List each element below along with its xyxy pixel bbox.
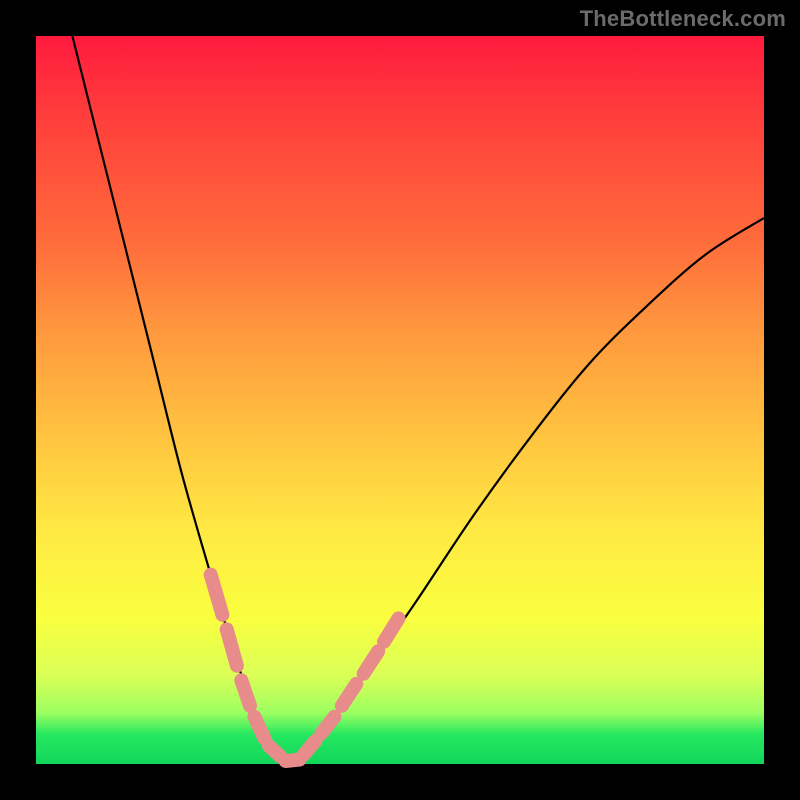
emphasis-bead-left [241,680,250,706]
curve-svg [36,36,764,764]
bottleneck-curve [72,36,764,764]
emphasis-bead-right [342,684,357,706]
emphasis-bead-right [304,741,316,755]
emphasis-bead-left [286,760,300,762]
emphasis-bead-group [211,575,399,761]
emphasis-bead-right [384,618,399,641]
plot-area [36,36,764,764]
emphasis-bead-left [211,575,223,615]
emphasis-bead-left [227,629,237,665]
emphasis-bead-left [254,717,264,739]
emphasis-bead-right [321,717,334,734]
emphasis-bead-right [364,651,379,674]
chart-stage: TheBottleneck.com [0,0,800,800]
watermark-text: TheBottleneck.com [580,6,786,32]
emphasis-bead-left [269,746,281,757]
